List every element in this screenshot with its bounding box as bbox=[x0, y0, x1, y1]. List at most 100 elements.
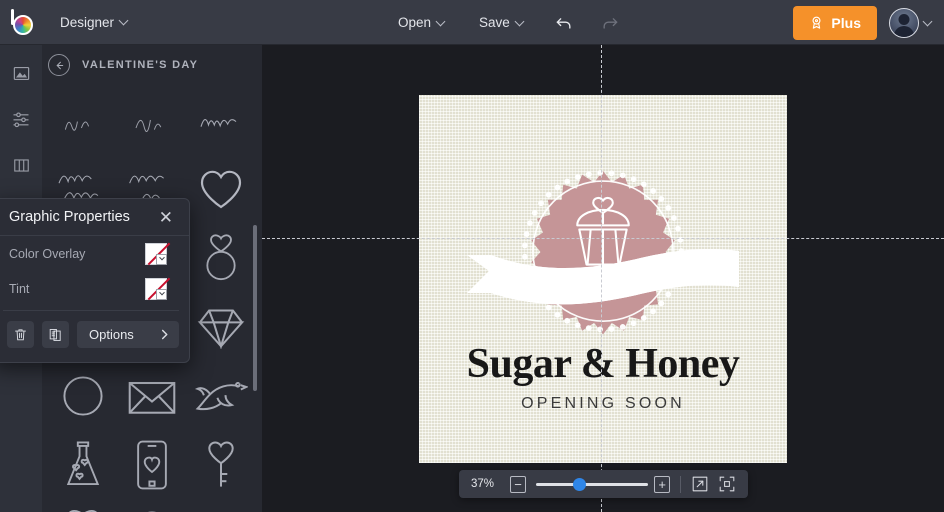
script-love-icon bbox=[195, 105, 247, 135]
panel-actions: Options bbox=[0, 311, 189, 348]
browser-header: VALENTINE'S DAY bbox=[42, 45, 262, 85]
zoom-level: 37% bbox=[471, 478, 500, 490]
chevron-down-icon bbox=[159, 255, 165, 261]
key-heart-icon bbox=[203, 438, 239, 492]
columns-icon bbox=[12, 156, 31, 175]
save-menu[interactable]: Save bbox=[471, 10, 532, 35]
potion-flask-icon bbox=[62, 439, 104, 491]
arrow-left-icon bbox=[54, 60, 65, 71]
ring-heart-icon bbox=[197, 233, 245, 283]
zoom-slider-thumb[interactable] bbox=[573, 478, 586, 491]
graphic-item[interactable] bbox=[48, 85, 117, 154]
avatar bbox=[889, 8, 919, 38]
duplicate-button[interactable] bbox=[42, 321, 69, 348]
diamond-icon bbox=[195, 305, 247, 349]
magnifier-heart-icon bbox=[133, 508, 171, 512]
artboard-subtitle[interactable]: OPENING SOON bbox=[419, 395, 787, 413]
tint-row: Tint bbox=[0, 271, 189, 306]
back-button[interactable] bbox=[48, 54, 70, 76]
zoom-slider-track bbox=[536, 483, 648, 486]
script-text-icon bbox=[59, 105, 107, 135]
panel-title: Graphic Properties bbox=[9, 209, 130, 225]
color-overlay-dropdown[interactable] bbox=[156, 254, 167, 265]
padlock-heart-icon bbox=[200, 508, 242, 512]
script-text-icon bbox=[128, 105, 176, 135]
graphic-item[interactable] bbox=[48, 499, 117, 512]
rail-item-photos[interactable] bbox=[0, 55, 42, 91]
rail-item-adjustments[interactable] bbox=[0, 101, 42, 137]
sliders-icon bbox=[11, 109, 31, 129]
undo-button[interactable] bbox=[550, 9, 578, 37]
chevron-down-icon bbox=[437, 18, 445, 26]
graphic-item[interactable] bbox=[187, 499, 256, 512]
artboard-title[interactable]: Sugar & Honey bbox=[419, 340, 787, 388]
tint-label: Tint bbox=[9, 282, 29, 296]
designer-app: Designer Open Save bbox=[0, 0, 944, 512]
undo-arrow-icon bbox=[554, 13, 574, 33]
duplicate-icon bbox=[48, 327, 63, 342]
open-label: Open bbox=[398, 15, 431, 30]
graphic-item[interactable] bbox=[187, 430, 256, 499]
chevron-down-icon bbox=[120, 17, 128, 25]
canvas-area[interactable]: Sugar & Honey OPENING SOON 37% − + bbox=[262, 45, 944, 512]
chevron-down-icon bbox=[516, 18, 524, 26]
designer-menu-label: Designer bbox=[60, 15, 114, 30]
envelope-heart-icon bbox=[126, 374, 178, 418]
graphic-item[interactable] bbox=[117, 499, 186, 512]
graphic-item[interactable] bbox=[187, 223, 256, 292]
plus-upgrade-button[interactable]: Plus bbox=[793, 6, 877, 40]
graphic-item[interactable] bbox=[187, 292, 256, 361]
redo-button[interactable] bbox=[596, 9, 624, 37]
graphic-item[interactable] bbox=[48, 361, 117, 430]
options-label: Options bbox=[89, 327, 134, 342]
color-overlay-label: Color Overlay bbox=[9, 247, 85, 261]
color-wheel-icon bbox=[13, 15, 33, 35]
graphic-item[interactable] bbox=[187, 85, 256, 154]
vertical-guide bbox=[601, 45, 602, 512]
file-actions: Open Save bbox=[390, 0, 624, 45]
color-overlay-swatch[interactable] bbox=[145, 243, 167, 265]
artboard[interactable]: Sugar & Honey OPENING SOON bbox=[419, 95, 787, 463]
tint-dropdown[interactable] bbox=[156, 289, 167, 300]
graphic-properties-panel: Graphic Properties ✕ Color Overlay Tint bbox=[0, 198, 190, 363]
tint-swatch[interactable] bbox=[145, 278, 167, 300]
graphic-item[interactable] bbox=[117, 430, 186, 499]
graphic-item[interactable] bbox=[187, 154, 256, 223]
delete-button[interactable] bbox=[7, 321, 34, 348]
zoom-out-button[interactable]: − bbox=[510, 476, 526, 493]
brand-logo[interactable] bbox=[0, 0, 44, 45]
chevron-right-icon bbox=[160, 329, 169, 340]
graphic-item[interactable] bbox=[48, 430, 117, 499]
plus-label: Plus bbox=[831, 15, 861, 31]
options-button[interactable]: Options bbox=[77, 321, 179, 348]
zoom-toolbar: 37% − + bbox=[459, 470, 748, 498]
heart-icon bbox=[194, 165, 248, 213]
fit-to-screen-icon bbox=[719, 476, 735, 492]
account-menu[interactable] bbox=[889, 8, 932, 38]
panel-header: Graphic Properties ✕ bbox=[0, 199, 189, 236]
phone-heart-icon bbox=[134, 439, 170, 491]
top-toolbar: Designer Open Save bbox=[0, 0, 944, 45]
save-label: Save bbox=[479, 15, 510, 30]
fit-to-screen-button[interactable] bbox=[719, 475, 736, 493]
redo-arrow-icon bbox=[600, 13, 620, 33]
rail-item-layouts[interactable] bbox=[0, 147, 42, 183]
dove-icon bbox=[194, 374, 248, 418]
graphic-item[interactable] bbox=[117, 85, 186, 154]
zoom-slider[interactable] bbox=[536, 477, 644, 491]
lollipop-heart-icon bbox=[62, 508, 104, 512]
circle-heart-icon bbox=[59, 373, 107, 419]
ribbon-banner[interactable] bbox=[465, 241, 741, 319]
zoom-in-button[interactable]: + bbox=[654, 476, 670, 493]
designer-menu[interactable]: Designer bbox=[52, 10, 136, 35]
browser-scrollbar[interactable] bbox=[253, 225, 257, 391]
horizontal-guide bbox=[262, 238, 944, 239]
close-icon[interactable]: ✕ bbox=[155, 207, 177, 228]
category-title: VALENTINE'S DAY bbox=[82, 59, 198, 71]
expand-button[interactable] bbox=[691, 475, 708, 493]
graphic-item[interactable] bbox=[117, 361, 186, 430]
color-overlay-row: Color Overlay bbox=[0, 236, 189, 271]
graphic-item[interactable] bbox=[187, 361, 256, 430]
open-menu[interactable]: Open bbox=[390, 10, 453, 35]
trash-icon bbox=[13, 327, 28, 342]
